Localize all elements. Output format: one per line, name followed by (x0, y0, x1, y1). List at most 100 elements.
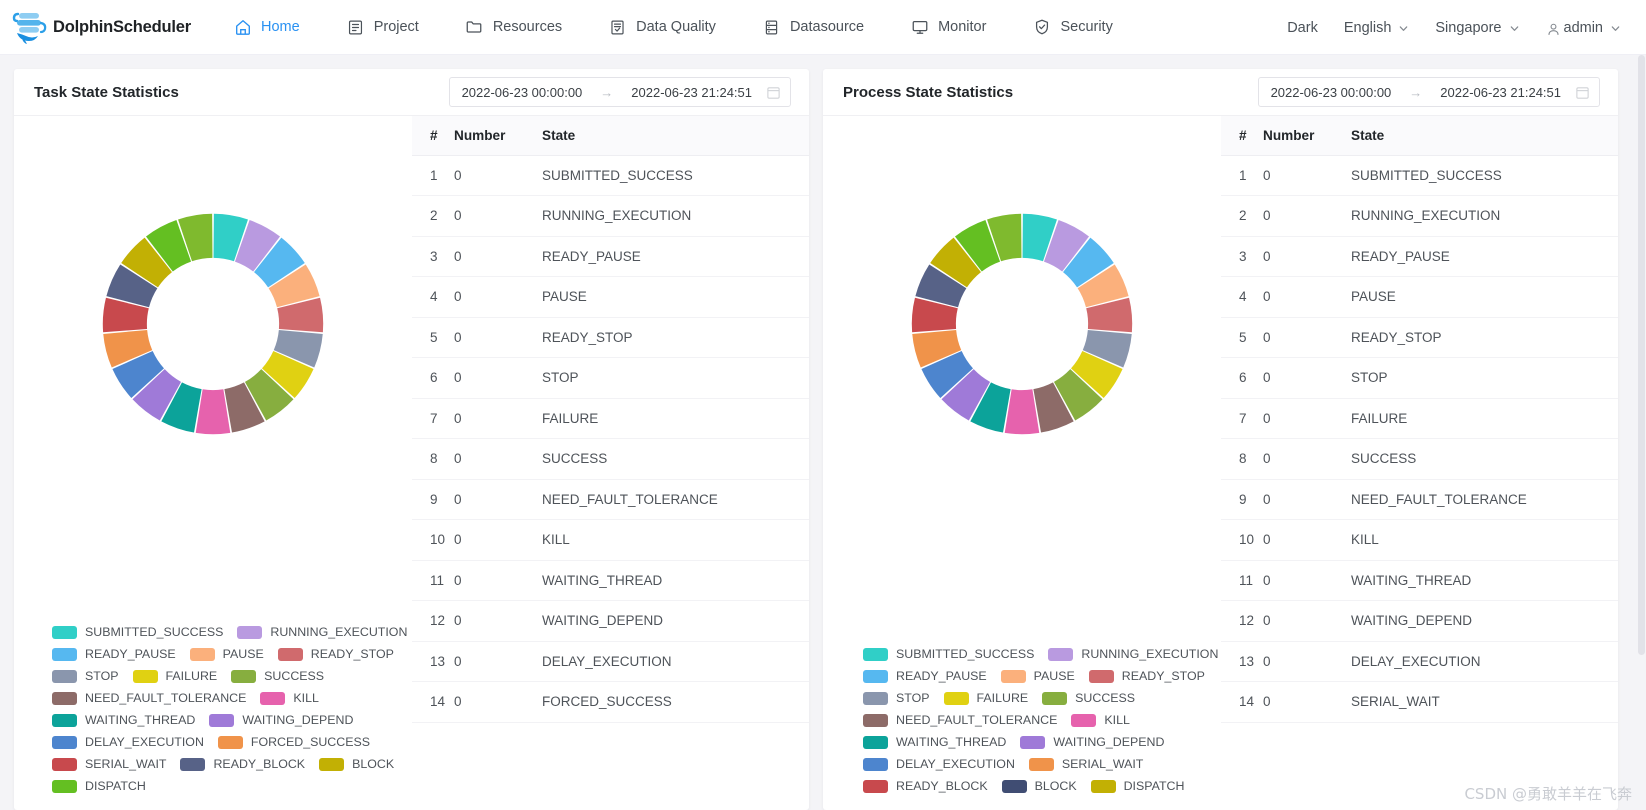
task-legend-item-success[interactable]: SUCCESS (231, 670, 324, 683)
task-legend-item-submitted-success[interactable]: SUBMITTED_SUCCESS (52, 626, 223, 639)
process-date-range-picker[interactable]: 2022-06-23 00:00:00 → 2022-06-23 21:24:5… (1258, 77, 1600, 107)
task-legend-item-kill[interactable]: KILL (260, 692, 319, 705)
process-legend-item-ready-pause[interactable]: READY_PAUSE (863, 670, 987, 683)
process-legend-item-failure[interactable]: FAILURE (944, 692, 1029, 705)
process-legend-item-kill[interactable]: KILL (1071, 714, 1130, 727)
process-legend-item-block[interactable]: BLOCK (1002, 780, 1077, 793)
user-menu[interactable]: admin (1533, 0, 1635, 55)
process-legend-item-dispatch[interactable]: DISPATCH (1091, 780, 1185, 793)
table-row[interactable]: 90NEED_FAULT_TOLERANCE (1221, 479, 1618, 520)
table-row[interactable]: 30READY_PAUSE (1221, 236, 1618, 277)
process-table-pane[interactable]: # Number State 10SUBMITTED_SUCCESS20RUNN… (1221, 116, 1618, 810)
nav-item-datasource[interactable]: Datasource (739, 0, 887, 55)
table-row[interactable]: 90NEED_FAULT_TOLERANCE (412, 479, 809, 520)
calendar-icon[interactable] (766, 85, 781, 100)
process-legend-item-serial-wait[interactable]: SERIAL_WAIT (1029, 758, 1143, 771)
nav-item-resources[interactable]: Resources (442, 0, 585, 55)
table-row[interactable]: 80SUCCESS (412, 439, 809, 480)
process-row-index: 13 (1221, 641, 1263, 682)
task-end-date[interactable]: 2022-06-23 21:24:51 (631, 85, 752, 100)
table-row[interactable]: 20RUNNING_EXECUTION (1221, 196, 1618, 237)
table-row[interactable]: 140FORCED_SUCCESS (412, 682, 809, 723)
table-row[interactable]: 120WAITING_DEPEND (412, 601, 809, 642)
donut-slice[interactable] (1005, 389, 1040, 434)
process-row-state: PAUSE (1349, 277, 1618, 318)
process-legend-item-pause[interactable]: PAUSE (1001, 670, 1075, 683)
table-row[interactable]: 30READY_PAUSE (412, 236, 809, 277)
theme-label: Dark (1287, 20, 1318, 36)
table-row[interactable]: 50READY_STOP (412, 317, 809, 358)
process-legend-item-need-fault-tolerance[interactable]: NEED_FAULT_TOLERANCE (863, 714, 1057, 727)
table-row[interactable]: 110WAITING_THREAD (412, 560, 809, 601)
table-row[interactable]: 10SUBMITTED_SUCCESS (412, 155, 809, 196)
nav-item-home[interactable]: Home (210, 0, 323, 55)
table-row[interactable]: 60STOP (412, 358, 809, 399)
task-legend-item-need-fault-tolerance[interactable]: NEED_FAULT_TOLERANCE (52, 692, 246, 705)
table-row[interactable]: 40PAUSE (412, 277, 809, 318)
timezone-selector[interactable]: Singapore (1422, 0, 1532, 55)
brand[interactable]: DolphinScheduler (0, 9, 210, 45)
task-legend-item-pause[interactable]: PAUSE (190, 648, 264, 661)
page-scrollbar[interactable] (1637, 55, 1646, 810)
task-legend-item-block[interactable]: BLOCK (319, 758, 394, 771)
task-legend-item-forced-success[interactable]: FORCED_SUCCESS (218, 736, 370, 749)
table-row[interactable]: 130DELAY_EXECUTION (1221, 641, 1618, 682)
table-row[interactable]: 100KILL (412, 520, 809, 561)
process-table-header-row: # Number State (1221, 116, 1618, 155)
nav-item-monitor[interactable]: Monitor (887, 0, 1009, 55)
page-scrollbar-thumb[interactable] (1638, 55, 1645, 655)
task-legend-item-waiting-depend[interactable]: WAITING_DEPEND (209, 714, 353, 727)
task-row-number: 0 (454, 479, 540, 520)
process-legend-item-ready-stop[interactable]: READY_STOP (1089, 670, 1205, 683)
process-table-head: # Number State (1221, 116, 1618, 155)
task-state-statistics-card: Task State Statistics 2022-06-23 00:00:0… (14, 69, 809, 810)
table-row[interactable]: 40PAUSE (1221, 277, 1618, 318)
table-row[interactable]: 110WAITING_THREAD (1221, 560, 1618, 601)
table-row[interactable]: 10SUBMITTED_SUCCESS (1221, 155, 1618, 196)
process-card-header: Process State Statistics 2022-06-23 00:0… (823, 69, 1618, 116)
task-row-index: 12 (412, 601, 454, 642)
process-legend-item-delay-execution[interactable]: DELAY_EXECUTION (863, 758, 1015, 771)
task-legend-item-running-execution[interactable]: RUNNING_EXECUTION (237, 626, 407, 639)
table-row[interactable]: 140SERIAL_WAIT (1221, 682, 1618, 723)
process-donut-chart[interactable] (906, 208, 1138, 440)
task-legend-item-stop[interactable]: STOP (52, 670, 119, 683)
calendar-icon[interactable] (1575, 85, 1590, 100)
table-row[interactable]: 70FAILURE (412, 398, 809, 439)
process-legend-item-stop[interactable]: STOP (863, 692, 930, 705)
donut-slice[interactable] (196, 389, 231, 434)
table-row[interactable]: 50READY_STOP (1221, 317, 1618, 358)
task-legend-item-dispatch[interactable]: DISPATCH (52, 780, 146, 793)
table-row[interactable]: 120WAITING_DEPEND (1221, 601, 1618, 642)
process-legend-item-success[interactable]: SUCCESS (1042, 692, 1135, 705)
table-row[interactable]: 80SUCCESS (1221, 439, 1618, 480)
nav-item-project[interactable]: Project (323, 0, 442, 55)
process-legend-item-running-execution[interactable]: RUNNING_EXECUTION (1048, 648, 1218, 661)
task-legend-item-failure[interactable]: FAILURE (133, 670, 218, 683)
task-legend-item-ready-block[interactable]: READY_BLOCK (180, 758, 305, 771)
process-legend-item-waiting-depend[interactable]: WAITING_DEPEND (1020, 736, 1164, 749)
task-donut-chart[interactable] (97, 208, 329, 440)
task-date-range-picker[interactable]: 2022-06-23 00:00:00 → 2022-06-23 21:24:5… (449, 77, 791, 107)
language-selector[interactable]: English (1331, 0, 1423, 55)
process-legend-item-waiting-thread[interactable]: WAITING_THREAD (863, 736, 1006, 749)
process-legend-item-submitted-success[interactable]: SUBMITTED_SUCCESS (863, 648, 1034, 661)
task-legend-item-delay-execution[interactable]: DELAY_EXECUTION (52, 736, 204, 749)
table-row[interactable]: 60STOP (1221, 358, 1618, 399)
task-legend-item-waiting-thread[interactable]: WAITING_THREAD (52, 714, 195, 727)
process-start-date[interactable]: 2022-06-23 00:00:00 (1271, 85, 1392, 100)
table-row[interactable]: 20RUNNING_EXECUTION (412, 196, 809, 237)
table-row[interactable]: 70FAILURE (1221, 398, 1618, 439)
task-legend-item-serial-wait[interactable]: SERIAL_WAIT (52, 758, 166, 771)
nav-item-security[interactable]: Security (1009, 0, 1135, 55)
task-legend-item-ready-pause[interactable]: READY_PAUSE (52, 648, 176, 661)
task-legend-item-ready-stop[interactable]: READY_STOP (278, 648, 394, 661)
theme-toggle[interactable]: Dark (1274, 0, 1331, 55)
process-legend-item-ready-block[interactable]: READY_BLOCK (863, 780, 988, 793)
task-start-date[interactable]: 2022-06-23 00:00:00 (462, 85, 583, 100)
table-row[interactable]: 100KILL (1221, 520, 1618, 561)
nav-item-data-quality[interactable]: Data Quality (585, 0, 739, 55)
table-row[interactable]: 130DELAY_EXECUTION (412, 641, 809, 682)
task-table-pane[interactable]: # Number State 10SUBMITTED_SUCCESS20RUNN… (412, 116, 809, 810)
process-end-date[interactable]: 2022-06-23 21:24:51 (1440, 85, 1561, 100)
